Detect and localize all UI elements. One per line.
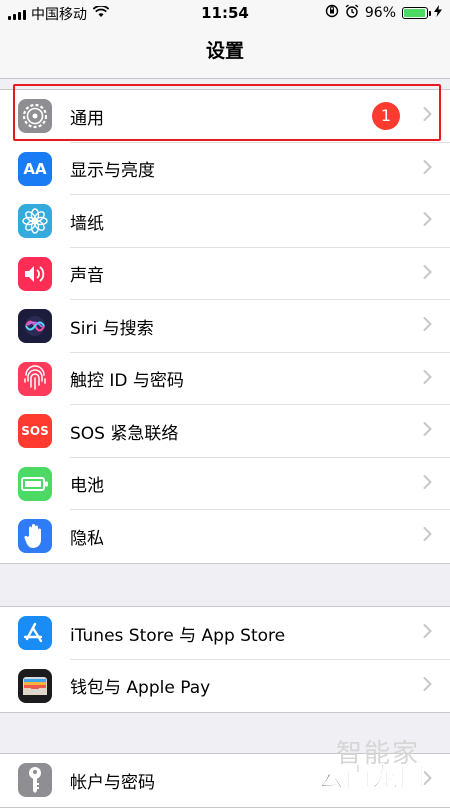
chevron-right-icon [423,107,432,126]
settings-row-speaker[interactable]: 声音 [0,248,450,300]
settings-row-label: 钱包与 Apple Pay [70,678,211,699]
settings-group-store: iTunes Store 与 App Store 钱包与 Apple Pay [0,606,450,713]
chevron-right-icon [423,264,432,283]
settings-row-label: 通用 [70,108,104,129]
gear-icon [18,99,52,134]
chevron-right-icon [423,369,432,388]
siri-icon [18,309,52,344]
page-title: 设置 [205,40,244,62]
settings-row-label: 帐户与密码 [70,772,155,793]
battery-percent: 96% [364,5,396,21]
chevron-right-icon [423,527,432,546]
settings-row-wallpaper-flower[interactable]: 墙纸 [0,195,450,248]
settings-row-label: 声音 [70,266,104,287]
battery-icon [18,466,52,501]
settings-row-sos[interactable]: SOS SOS 紧急联络 [0,405,450,458]
icon-text: AA [23,159,47,178]
orientation-lock-icon [325,4,339,22]
settings-row-label: 隐私 [70,528,104,549]
status-bar: 中国移动 11:54 96% [0,0,450,26]
settings-row-label: iTunes Store 与 App Store [70,625,286,646]
settings-row-battery[interactable]: 电池 [0,458,450,510]
wallpaper-flower-icon [18,204,52,239]
settings-row-label: 显示与亮度 [70,161,155,182]
battery-level-fill [404,9,426,17]
hand-icon [18,519,52,554]
alarm-icon [345,4,359,22]
battery-icon [402,7,431,19]
watermark-bottom: 云南龙网 [317,763,427,794]
settings-row-fingerprint[interactable]: 触控 ID 与密码 [0,353,450,405]
chevron-right-icon [423,676,432,695]
app-store-icon [18,616,52,651]
icon-text: SOS [21,424,49,439]
settings-row-label: 触控 ID 与密码 [70,371,184,392]
settings-row-label: SOS 紧急联络 [70,423,179,444]
display-brightness-icon: AA [18,151,52,186]
settings-row-label: 电池 [70,476,104,497]
nav-bar: 设置 [0,26,450,79]
chevron-right-icon [423,474,432,493]
status-right: 96% [325,4,442,22]
speaker-icon [18,256,52,291]
chevron-right-icon [423,624,432,643]
settings-row-hand[interactable]: 隐私 [0,510,450,563]
charging-icon [434,5,442,21]
chevron-right-icon [423,422,432,441]
notification-badge: 1 [372,102,400,131]
chevron-right-icon [423,159,432,178]
settings-row-display-brightness[interactable]: AA 显示与亮度 [0,143,450,195]
settings-row-gear[interactable]: 通用 1 [0,90,450,143]
settings-row-wallet[interactable]: 钱包与 Apple Pay [0,660,450,713]
chevron-right-icon [423,212,432,231]
settings-row-label: 墙纸 [70,213,104,234]
settings-row-siri[interactable]: Siri 与搜索 [0,300,450,353]
settings-row-label: Siri 与搜索 [70,318,154,339]
chevron-right-icon [423,317,432,336]
key-icon [18,763,52,798]
sos-icon: SOS [18,414,52,449]
settings-row-app-store[interactable]: iTunes Store 与 App Store [0,607,450,660]
settings-group-system: 通用 1 AA 显示与亮度墙纸声音 Siri 与搜索触控 ID 与密码 SOS SOS 紧急… [0,89,450,564]
wallet-icon [18,668,52,703]
fingerprint-icon [18,361,52,396]
